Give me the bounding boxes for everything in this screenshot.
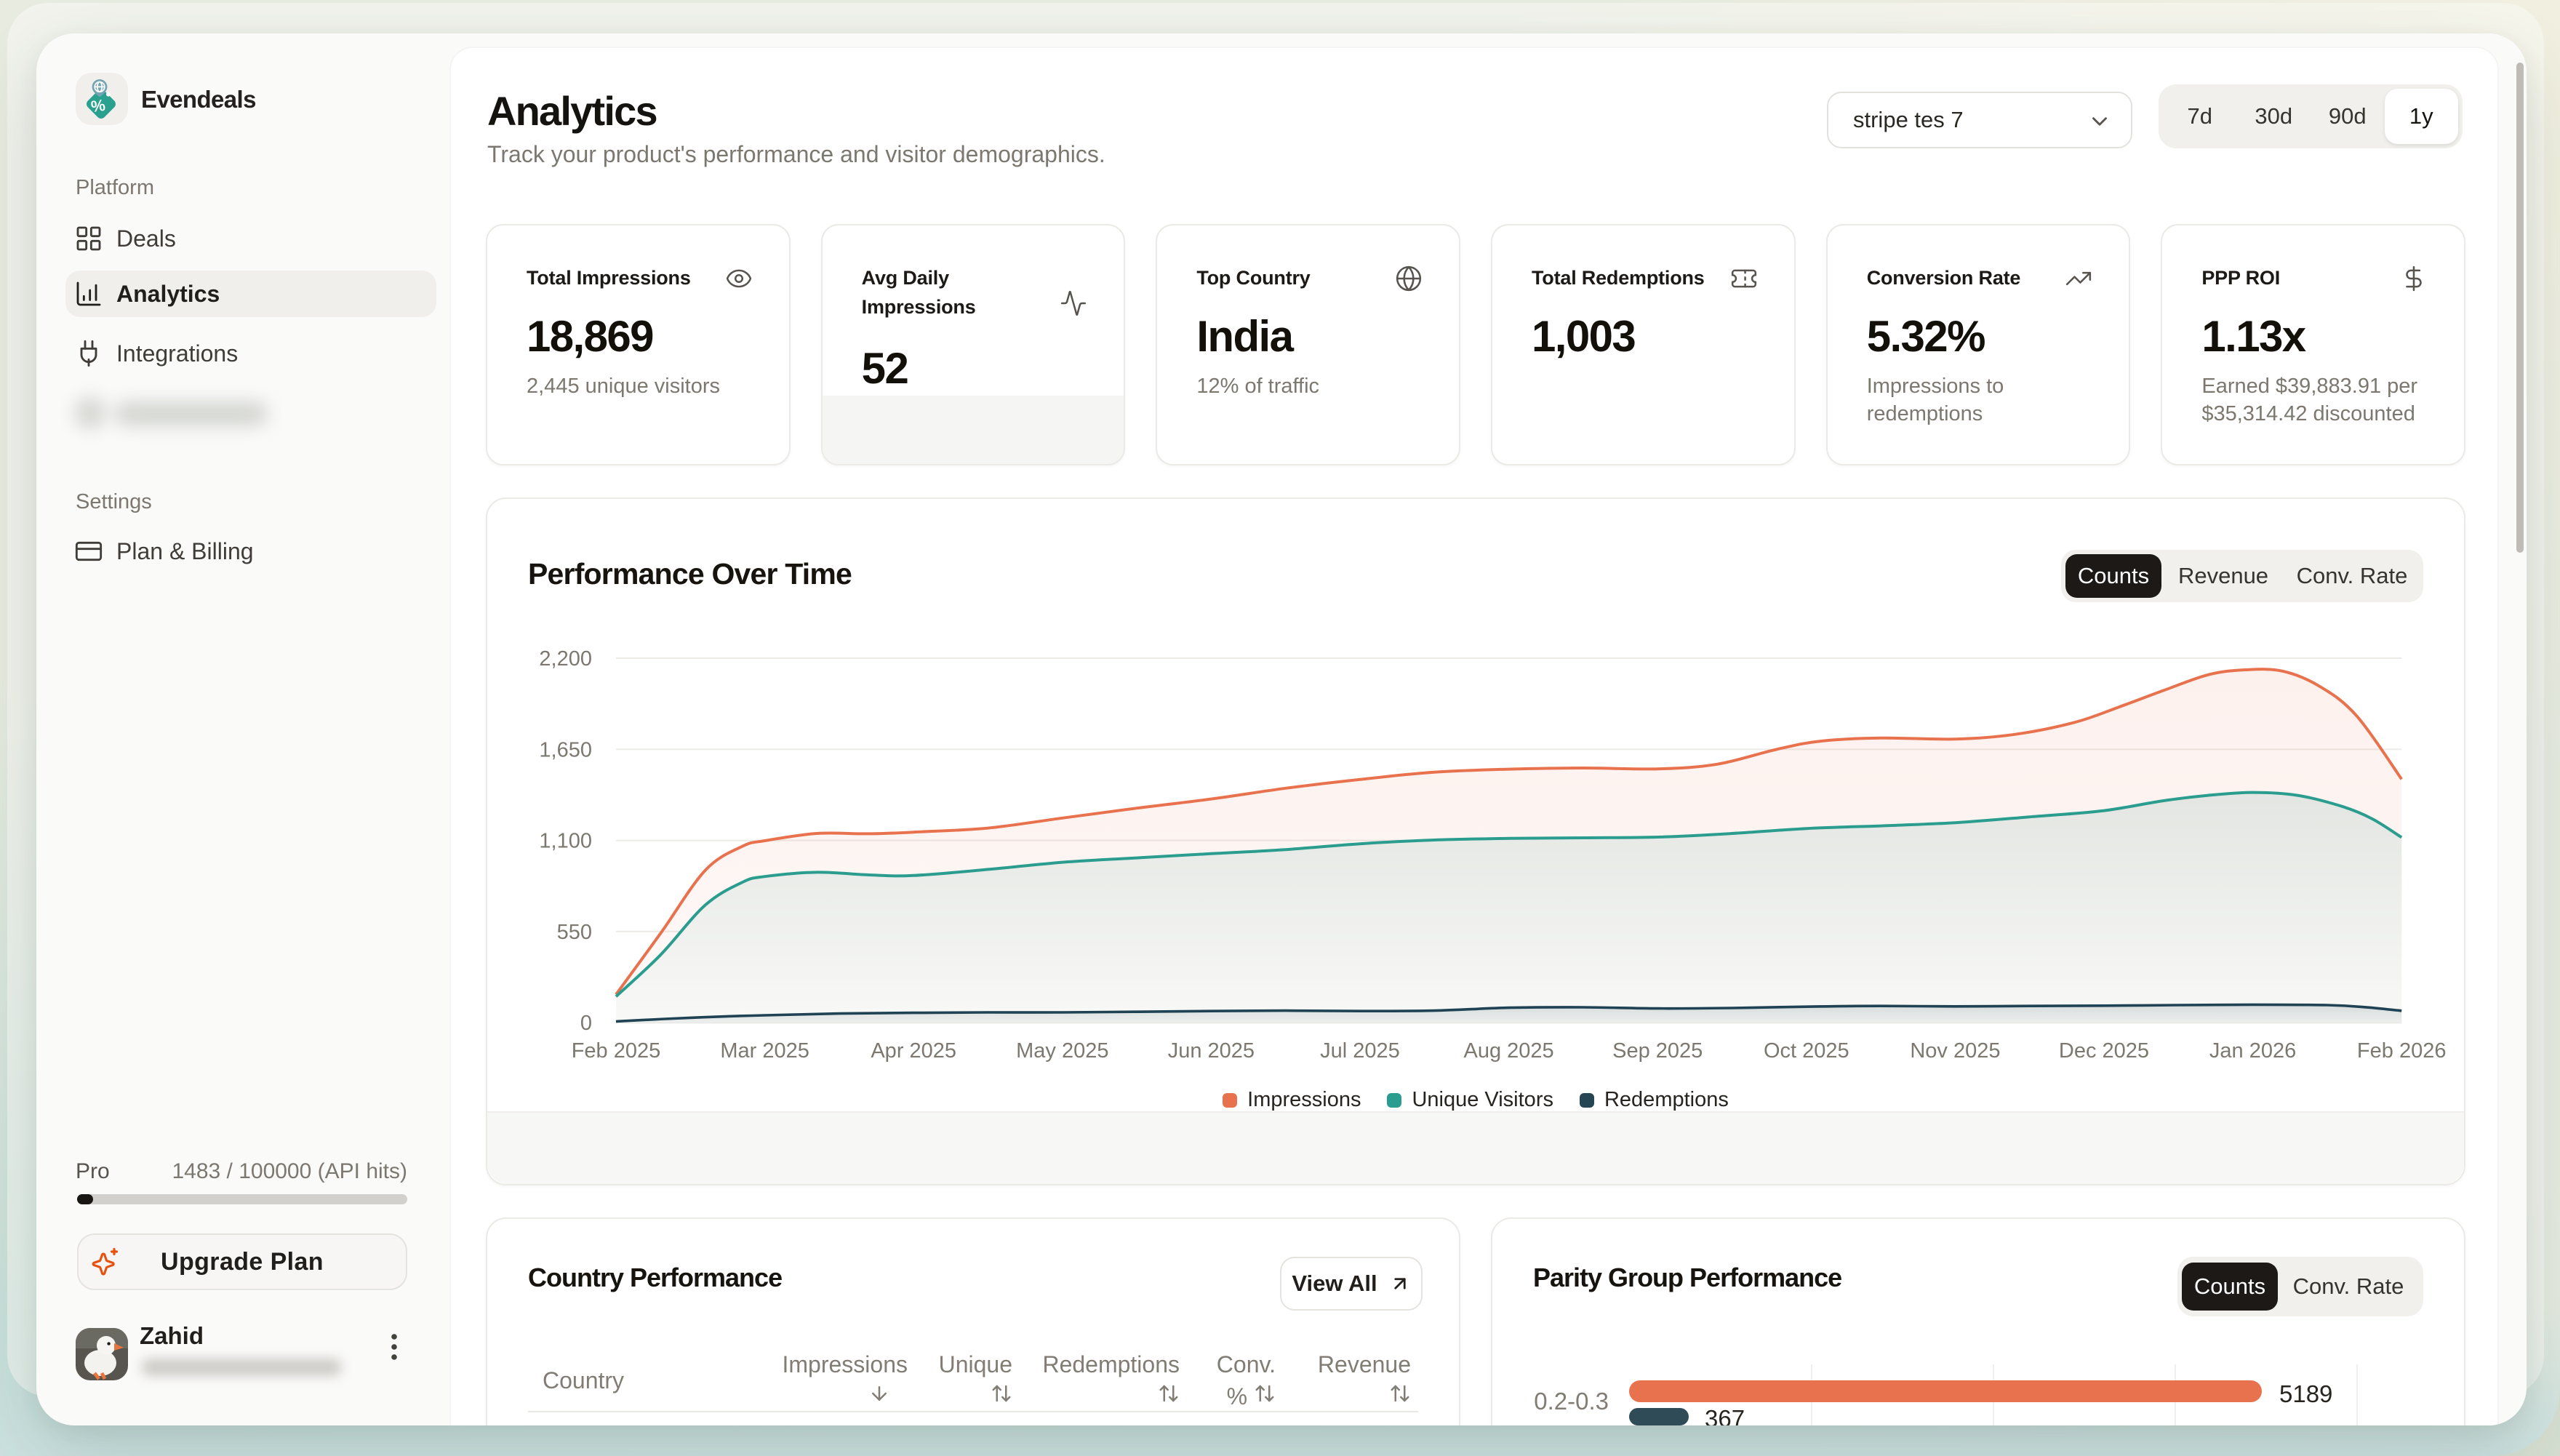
svg-text:Mar 2025: Mar 2025 bbox=[720, 1039, 809, 1063]
svg-text:Jan 2026: Jan 2026 bbox=[2209, 1039, 2296, 1063]
svg-text:550: 550 bbox=[557, 921, 592, 944]
svg-text:Feb 2026: Feb 2026 bbox=[2357, 1039, 2447, 1063]
svg-text:Sep 2025: Sep 2025 bbox=[1612, 1039, 1703, 1063]
svg-text:1,650: 1,650 bbox=[539, 738, 592, 761]
svg-text:Feb 2025: Feb 2025 bbox=[572, 1039, 661, 1063]
svg-text:Oct 2025: Oct 2025 bbox=[1764, 1039, 1849, 1063]
svg-text:Jul 2025: Jul 2025 bbox=[1320, 1039, 1400, 1063]
svg-text:Nov 2025: Nov 2025 bbox=[1910, 1039, 2000, 1063]
svg-text:Jun 2025: Jun 2025 bbox=[1168, 1039, 1255, 1063]
svg-text:May 2025: May 2025 bbox=[1016, 1039, 1108, 1063]
svg-text:Aug 2025: Aug 2025 bbox=[1464, 1039, 1554, 1063]
svg-text:0: 0 bbox=[580, 1012, 592, 1035]
svg-text:Dec 2025: Dec 2025 bbox=[2059, 1039, 2149, 1063]
svg-text:%: % bbox=[90, 96, 107, 116]
svg-text:2,200: 2,200 bbox=[539, 647, 592, 671]
svg-text:1,100: 1,100 bbox=[539, 830, 592, 853]
svg-text:Apr 2025: Apr 2025 bbox=[871, 1039, 956, 1063]
